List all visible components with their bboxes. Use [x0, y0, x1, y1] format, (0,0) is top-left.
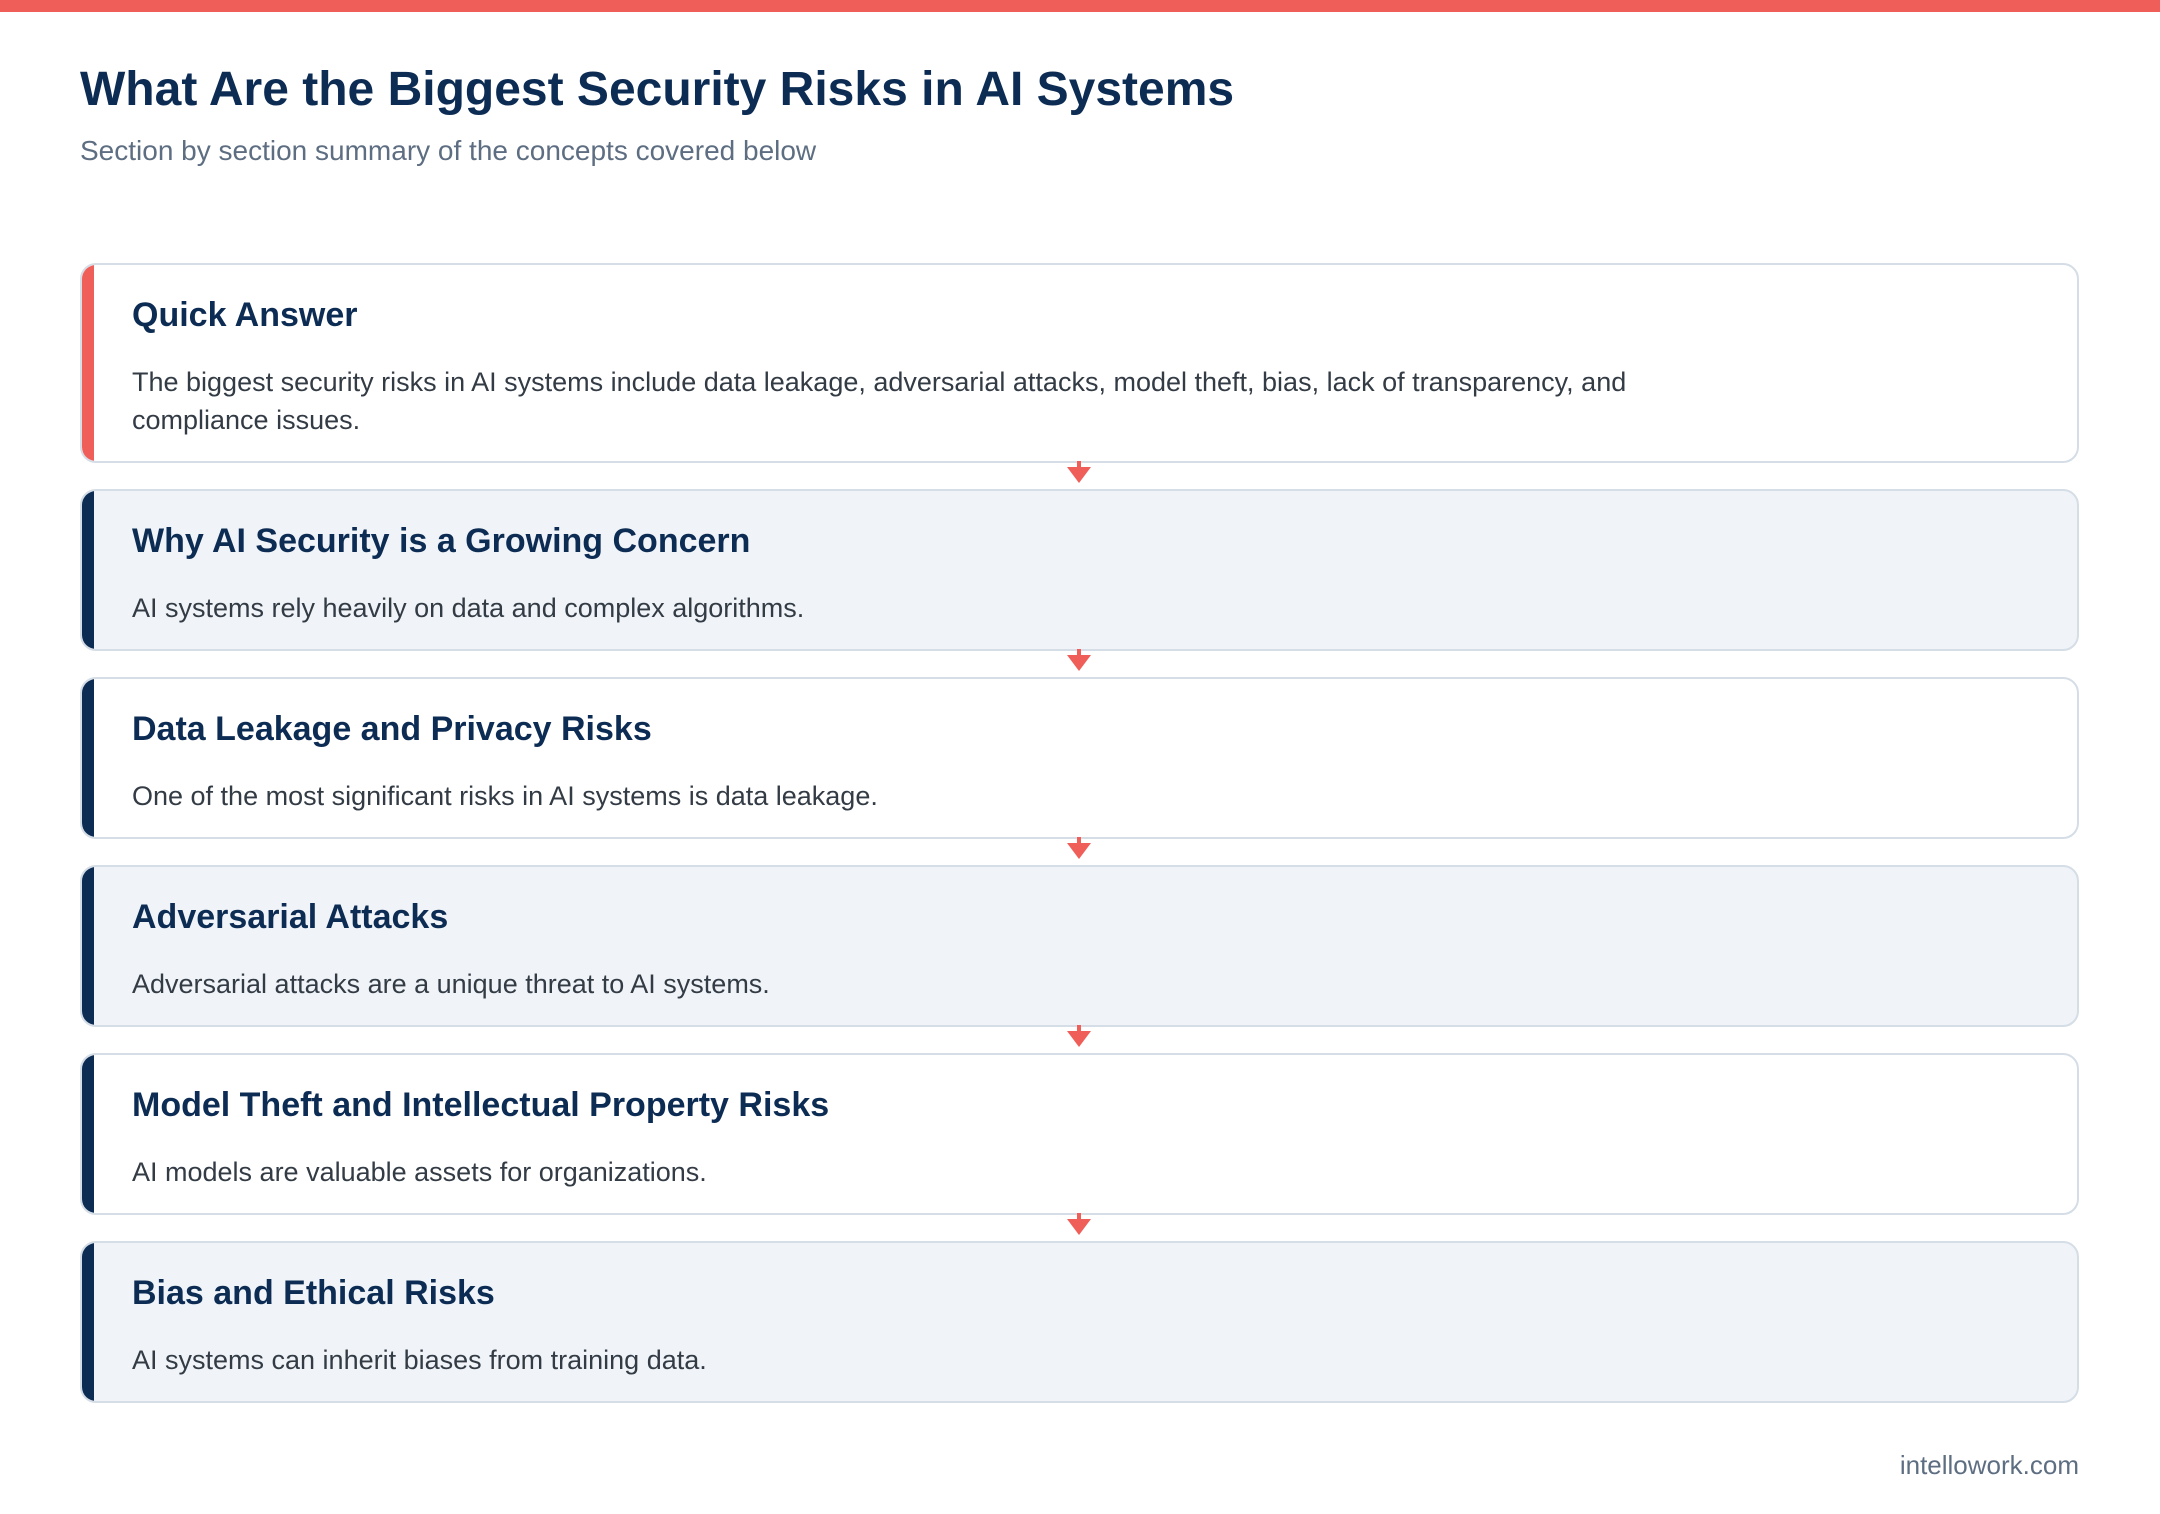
card-title: Quick Answer	[132, 296, 358, 334]
card-accent-bar	[82, 679, 94, 837]
card-text: One of the most significant risks in AI …	[132, 781, 878, 811]
card-model-theft: Model Theft and Intellectual Property Ri…	[80, 1053, 2079, 1215]
card-title: Bias and Ethical Risks	[132, 1274, 495, 1312]
card-text: AI models are valuable assets for organi…	[132, 1157, 707, 1187]
card-text: Adversarial attacks are a unique threat …	[132, 969, 770, 999]
flow-arrow-down-icon	[1067, 461, 1091, 483]
card-accent-bar	[82, 1055, 94, 1213]
card-title: Data Leakage and Privacy Risks	[132, 710, 652, 748]
flow-arrow-down-icon	[1067, 649, 1091, 671]
top-accent-bar	[0, 0, 2160, 12]
card-accent-bar	[82, 265, 94, 461]
card-title: Model Theft and Intellectual Property Ri…	[132, 1086, 830, 1124]
page-title: What Are the Biggest Security Risks in A…	[80, 63, 1235, 116]
card-adversarial-attacks: Adversarial Attacks Adversarial attacks …	[80, 865, 2079, 1027]
card-quick-answer: Quick Answer The biggest security risks …	[80, 263, 2079, 463]
flow-arrow-down-icon	[1067, 1025, 1091, 1047]
card-text: AI systems rely heavily on data and comp…	[132, 593, 805, 623]
card-bias-ethics: Bias and Ethical Risks AI systems can in…	[80, 1241, 2079, 1403]
card-accent-bar	[82, 491, 94, 649]
card-title: Adversarial Attacks	[132, 898, 449, 936]
card-text: AI systems can inherit biases from train…	[132, 1345, 707, 1375]
card-accent-bar	[82, 1243, 94, 1401]
card-title: Why AI Security is a Growing Concern	[132, 522, 751, 560]
footer-source: intellowork.com	[1899, 1450, 2079, 1480]
card-accent-bar	[82, 867, 94, 1025]
flow-arrow-down-icon	[1067, 1213, 1091, 1235]
card-data-leakage: Data Leakage and Privacy Risks One of th…	[80, 677, 2079, 839]
flow-arrow-down-icon	[1067, 837, 1091, 859]
page-subtitle: Section by section summary of the concep…	[80, 135, 817, 166]
card-text: The biggest security risks in AI systems…	[132, 367, 1627, 435]
card-growing-concern: Why AI Security is a Growing Concern AI …	[80, 489, 2079, 651]
